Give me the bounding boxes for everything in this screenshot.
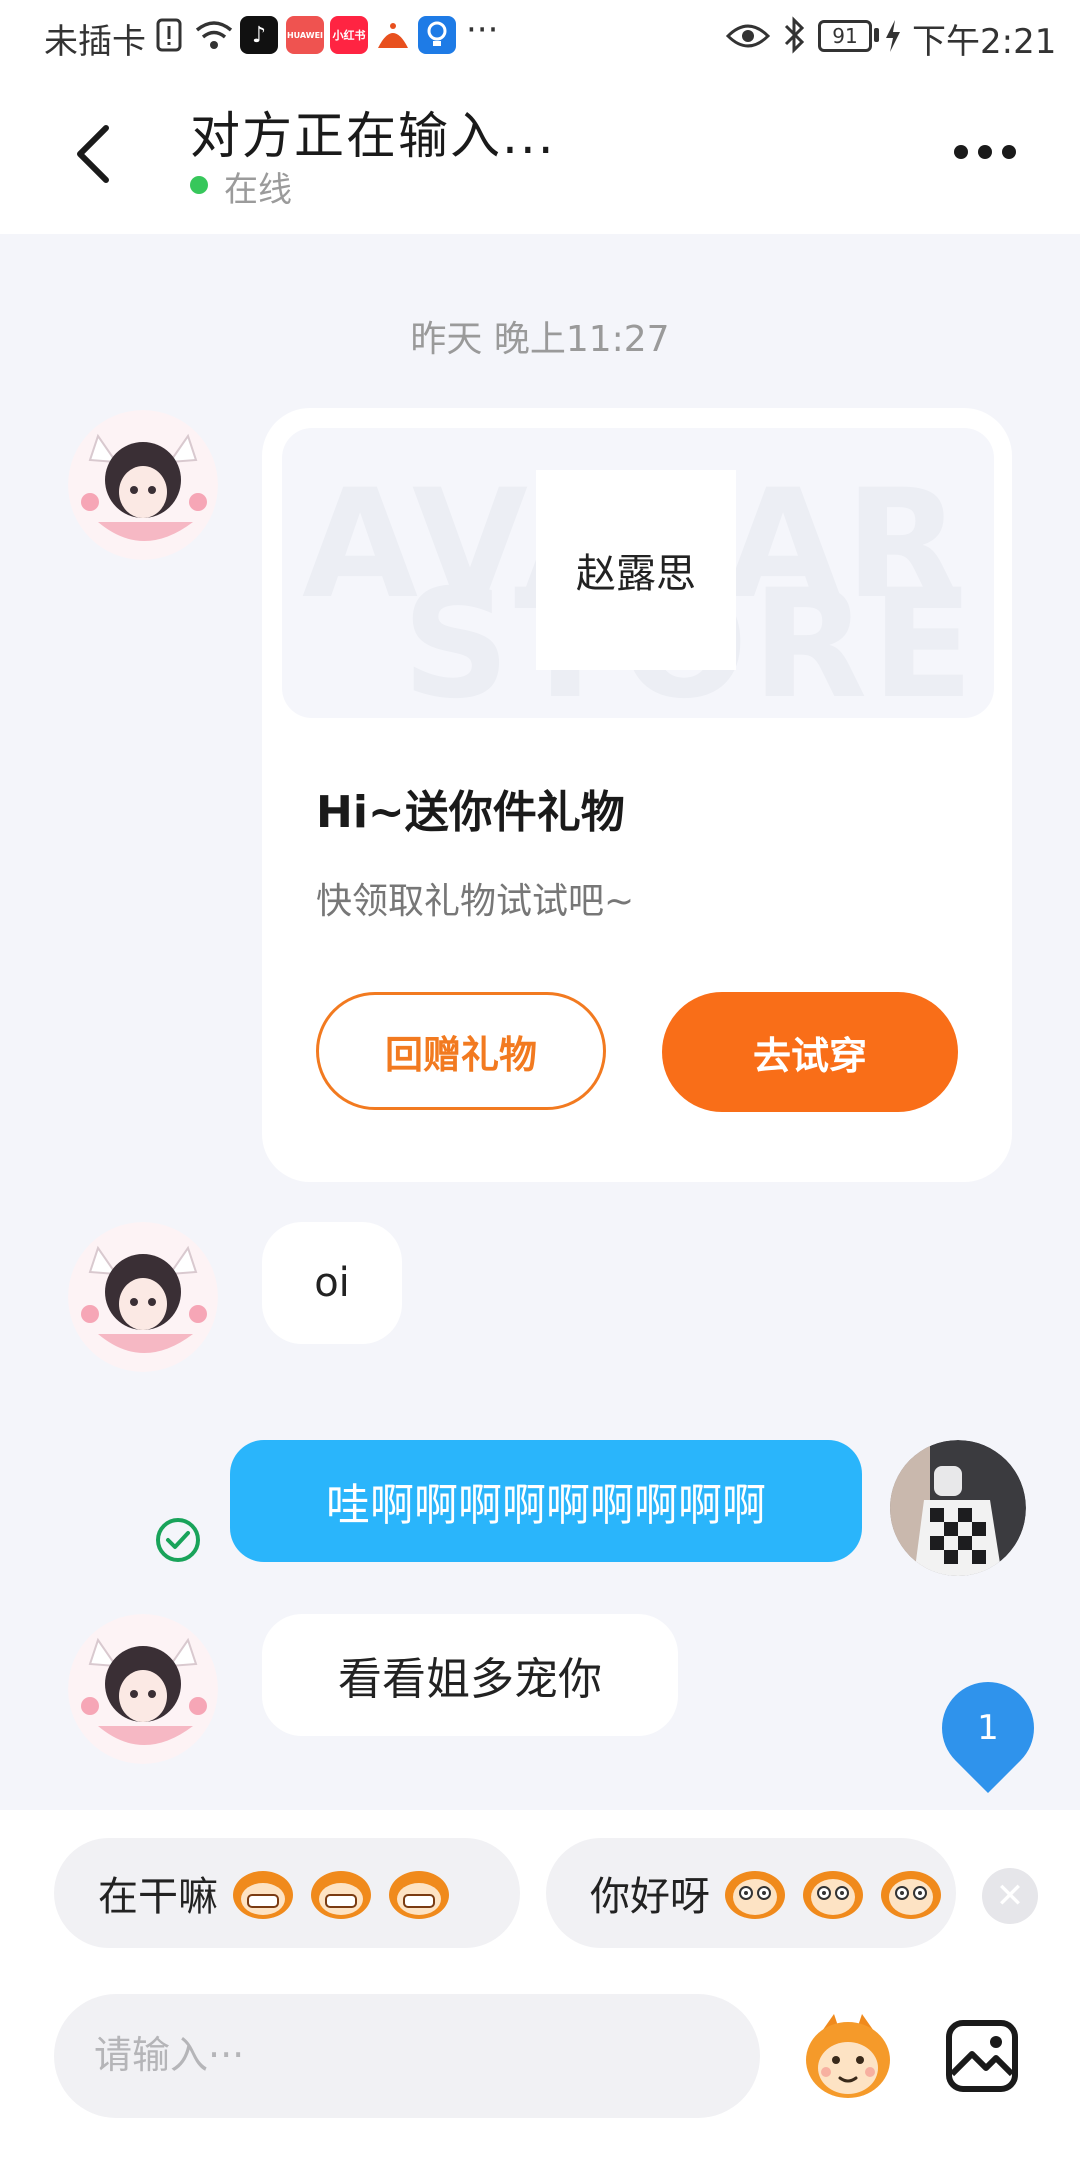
bluetooth-icon <box>784 16 805 54</box>
wifi-icon <box>195 21 233 49</box>
battery-tip <box>874 28 879 42</box>
message-timestamp: 昨天 晚上11:27 <box>410 319 670 360</box>
contact-avatar[interactable] <box>68 1222 218 1372</box>
more-notifications-text: ··· <box>466 10 499 50</box>
message-bubble-incoming[interactable]: 看看姐多宠你 <box>262 1614 678 1736</box>
huawei-mall-app-icon: HUAWEI <box>286 16 324 54</box>
close-quick-replies-icon[interactable]: ✕ <box>982 1868 1038 1924</box>
game-app-icon <box>374 16 412 54</box>
sim-alert-icon <box>156 18 182 52</box>
message-input[interactable] <box>92 1994 716 2116</box>
quick-reply-chip[interactable]: 你好呀 <box>546 1838 956 1948</box>
my-avatar[interactable] <box>890 1440 1026 1576</box>
battery-icon: 91 <box>818 20 872 52</box>
chat-title: 对方正在输入... <box>190 107 556 165</box>
contact-avatar[interactable] <box>68 1614 218 1764</box>
quick-reply-chip[interactable]: 在干嘛 <box>54 1838 520 1948</box>
message-input-container[interactable] <box>54 1994 760 2118</box>
xiaohongshu-app-icon: 小红书 <box>330 16 368 54</box>
message-bubble-outgoing[interactable]: 哇啊啊啊啊啊啊啊啊啊 <box>230 1440 862 1562</box>
emoji-monkey-icon[interactable] <box>800 2012 896 2102</box>
online-status-text: 在线 <box>224 170 292 210</box>
unread-count[interactable]: 1 <box>942 1682 1034 1774</box>
more-options-icon[interactable] <box>952 140 1018 164</box>
tiktok-app-icon: ♪ <box>240 16 278 54</box>
carrier-text: 未插卡 <box>44 22 146 62</box>
message-bubble-incoming[interactable]: oi <box>262 1222 402 1344</box>
return-gift-button[interactable]: 回赠礼物 <box>316 992 606 1110</box>
try-on-button[interactable]: 去试穿 <box>662 992 958 1112</box>
smiling-monkey-emoji-icon <box>881 1871 941 1919</box>
laughing-monkey-emoji-icon <box>389 1871 449 1919</box>
quick-reply-text: 你好呀 <box>590 1874 710 1920</box>
image-picker-icon[interactable] <box>944 2018 1020 2094</box>
quick-reply-text: 在干嘛 <box>98 1874 218 1920</box>
status-bar: 未插卡 ♪ HUAWEI 小红书 ··· 91 下午2:21 <box>0 0 1080 74</box>
laughing-monkey-emoji-icon <box>311 1871 371 1919</box>
bulb-app-icon <box>418 16 456 54</box>
charging-icon <box>886 20 900 52</box>
gift-name-tile: 赵露思 <box>536 470 736 670</box>
online-status-dot <box>190 176 208 194</box>
laughing-monkey-emoji-icon <box>233 1871 293 1919</box>
gift-subtitle: 快领取礼物试试吧~ <box>316 881 635 922</box>
smiling-monkey-emoji-icon <box>803 1871 863 1919</box>
contact-avatar[interactable] <box>68 410 218 560</box>
read-check-icon <box>156 1518 200 1562</box>
smiling-monkey-emoji-icon <box>725 1871 785 1919</box>
clock-text: 下午2:21 <box>912 22 1057 62</box>
gift-title: Hi~送你件礼物 <box>316 787 625 838</box>
back-arrow-icon[interactable] <box>70 122 114 186</box>
eye-icon <box>726 24 770 48</box>
